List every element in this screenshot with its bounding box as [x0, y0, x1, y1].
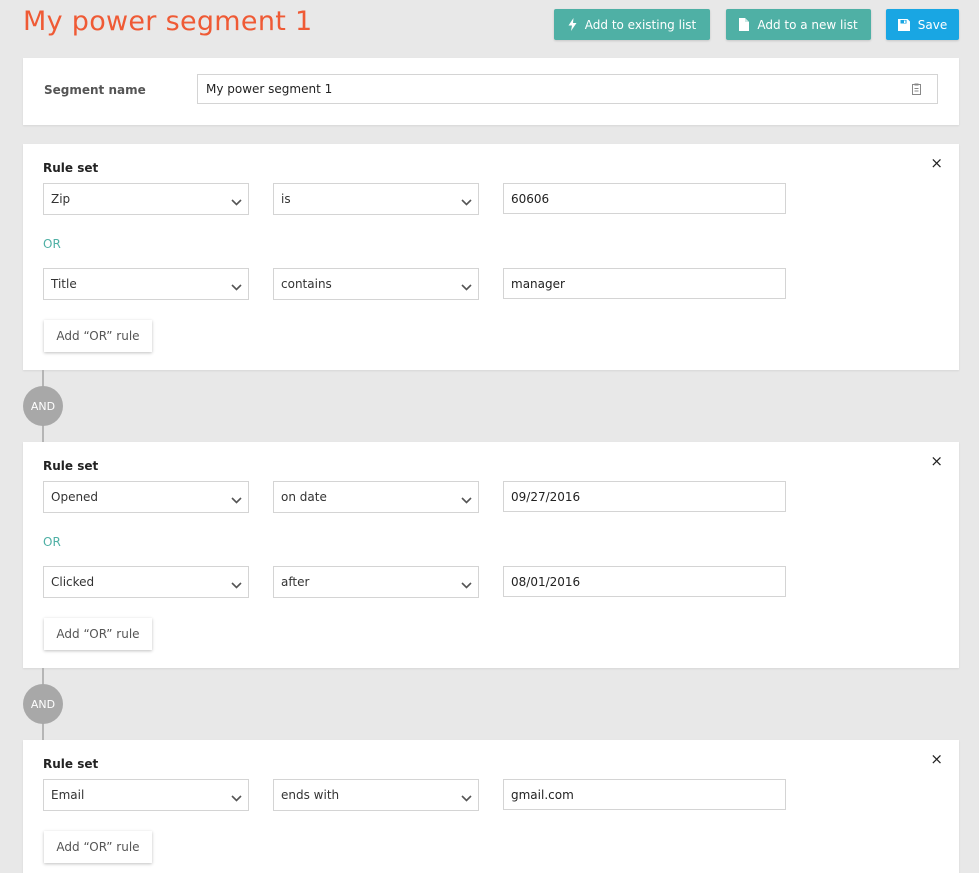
- operator-select[interactable]: ends with: [273, 779, 479, 811]
- value-input[interactable]: gmail.com: [503, 779, 786, 810]
- add-or-rule-button[interactable]: Add “OR” rule: [44, 831, 152, 863]
- rule-set-title: Rule set: [43, 757, 99, 771]
- close-icon[interactable]: ×: [930, 156, 943, 171]
- operator-select-value: after: [281, 575, 310, 589]
- and-badge: AND: [23, 386, 63, 426]
- operator-select[interactable]: is: [273, 183, 479, 215]
- save-button[interactable]: Save: [886, 9, 959, 40]
- add-or-rule-button[interactable]: Add “OR” rule: [44, 320, 152, 352]
- rule-set-card: Rule set × Zip is 60606 OR Title contain…: [23, 144, 959, 370]
- operator-select-value: is: [281, 192, 291, 206]
- add-to-new-list-label: Add to a new list: [757, 17, 858, 32]
- or-label: OR: [43, 237, 61, 251]
- segment-name-value: My power segment 1: [206, 82, 333, 96]
- chevron-down-icon: [461, 280, 472, 294]
- rule-set-card: Rule set × Email ends with gmail.com Add…: [23, 740, 959, 873]
- file-icon: [739, 18, 750, 31]
- operator-select[interactable]: after: [273, 566, 479, 598]
- rule-set-card: Rule set × Opened on date 09/27/2016 OR …: [23, 442, 959, 668]
- segment-name-label: Segment name: [44, 83, 146, 97]
- add-to-existing-list-button[interactable]: Add to existing list: [554, 9, 710, 40]
- chevron-down-icon: [461, 791, 472, 805]
- operator-select-value: contains: [281, 277, 332, 291]
- value-input[interactable]: 09/27/2016: [503, 481, 786, 512]
- and-badge: AND: [23, 684, 63, 724]
- field-select-value: Email: [51, 788, 85, 802]
- close-icon[interactable]: ×: [930, 454, 943, 469]
- value-input[interactable]: manager: [503, 268, 786, 299]
- chevron-down-icon: [461, 493, 472, 507]
- value-input[interactable]: 08/01/2016: [503, 566, 786, 597]
- operator-select-value: on date: [281, 490, 327, 504]
- or-label: OR: [43, 535, 61, 549]
- page-title: My power segment 1: [23, 6, 313, 37]
- operator-select[interactable]: contains: [273, 268, 479, 300]
- operator-select-value: ends with: [281, 788, 340, 802]
- field-select[interactable]: Zip: [43, 183, 249, 215]
- chevron-down-icon: [461, 195, 472, 209]
- bolt-icon: [568, 18, 577, 31]
- segment-name-card: Segment name My power segment 1: [23, 58, 959, 125]
- floppy-icon: [897, 18, 910, 31]
- chevron-down-icon: [231, 493, 242, 507]
- chevron-down-icon: [231, 578, 242, 592]
- clipboard-icon: [912, 83, 921, 98]
- chevron-down-icon: [231, 791, 242, 805]
- close-icon[interactable]: ×: [930, 752, 943, 767]
- chevron-down-icon: [231, 280, 242, 294]
- value-input[interactable]: 60606: [503, 183, 786, 214]
- save-label: Save: [917, 17, 948, 32]
- add-to-new-list-button[interactable]: Add to a new list: [726, 9, 871, 40]
- field-select-value: Opened: [51, 490, 99, 504]
- rule-set-title: Rule set: [43, 161, 99, 175]
- chevron-down-icon: [231, 195, 242, 209]
- chevron-down-icon: [461, 578, 472, 592]
- operator-select[interactable]: on date: [273, 481, 479, 513]
- field-select[interactable]: Opened: [43, 481, 249, 513]
- field-select[interactable]: Email: [43, 779, 249, 811]
- add-or-rule-button[interactable]: Add “OR” rule: [44, 618, 152, 650]
- rule-set-title: Rule set: [43, 459, 99, 473]
- add-to-existing-list-label: Add to existing list: [584, 17, 697, 32]
- segment-name-input[interactable]: My power segment 1: [197, 74, 938, 104]
- field-select[interactable]: Title: [43, 268, 249, 300]
- field-select-value: Zip: [51, 192, 71, 206]
- field-select-value: Title: [51, 277, 77, 291]
- field-select-value: Clicked: [51, 575, 95, 589]
- field-select[interactable]: Clicked: [43, 566, 249, 598]
